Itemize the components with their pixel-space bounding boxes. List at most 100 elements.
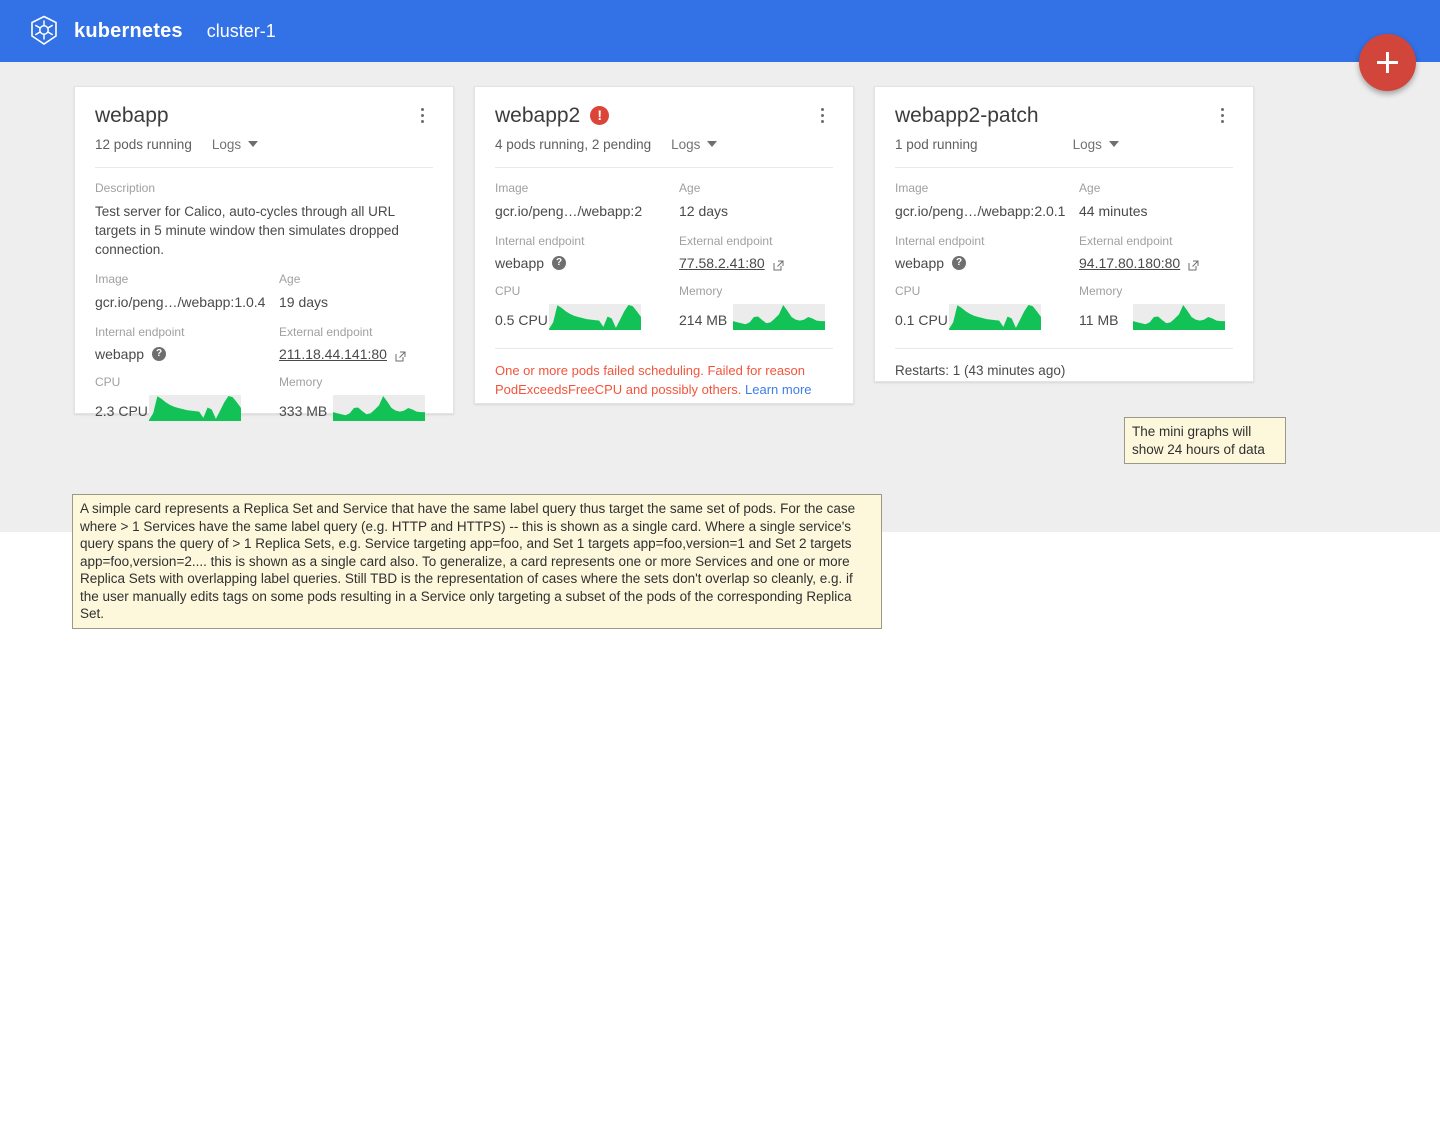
memory-label: Memory	[1079, 284, 1123, 298]
card-subheader: 12 pods running Logs	[95, 127, 433, 161]
service-card[interactable]: webapp2 ! 4 pods running, 2 pending Logs…	[474, 86, 854, 404]
cpu-value: 2.3 CPU	[95, 403, 148, 419]
card-subheader: 1 pod running Logs	[895, 127, 1233, 161]
image-value: gcr.io/peng…/webapp:1.0.4	[95, 294, 266, 310]
image-value: gcr.io/peng…/webapp:2	[495, 203, 643, 219]
external-endpoint-link[interactable]: 211.18.44.141:80	[279, 346, 387, 362]
help-icon[interactable]: ?	[952, 256, 967, 270]
annotation-card-description: A simple card represents a Replica Set a…	[72, 494, 882, 629]
card-header: webapp2-patch	[895, 87, 1233, 127]
image-label: Image	[895, 181, 929, 195]
error-glyph: !	[597, 106, 603, 123]
logs-label: Logs	[211, 136, 242, 152]
endpoints-row: Internal endpoint webapp ? External endp…	[495, 221, 833, 271]
cpu-value: 0.1 CPU	[895, 312, 948, 328]
card-header: webapp2 !	[495, 87, 833, 127]
logs-label: Logs	[1072, 136, 1102, 152]
endpoints-row: Internal endpoint webapp ? External endp…	[895, 221, 1233, 271]
internal-endpoint-value: webapp	[495, 255, 545, 271]
endpoints-row: Internal endpoint webapp ? External endp…	[95, 312, 433, 362]
chevron-down-icon	[1108, 141, 1119, 147]
memory-label: Memory	[279, 375, 323, 389]
external-link-icon[interactable]	[773, 258, 784, 270]
add-button[interactable]	[1359, 34, 1416, 91]
external-link-icon[interactable]	[395, 349, 406, 361]
description-value: Test server for Calico, auto-cycles thro…	[95, 204, 399, 257]
external-link-icon[interactable]	[1188, 258, 1199, 270]
page-title: webapp2	[495, 103, 581, 127]
age-value: 44 minutes	[1079, 203, 1148, 219]
age-label: Age	[679, 181, 701, 195]
pod-status-label: 12 pods running	[95, 136, 192, 152]
internal-endpoint-label: Internal endpoint	[95, 325, 185, 339]
cpu-sparkline	[549, 304, 641, 330]
image-age-row: Image gcr.io/peng…/webapp:2 Age 12 days	[495, 168, 833, 221]
age-label: Age	[1079, 181, 1101, 195]
page-title: webapp2-patch	[895, 103, 1039, 127]
memory-value: 214 MB	[679, 312, 728, 328]
card-subheader: 4 pods running, 2 pending Logs	[495, 127, 833, 161]
error-icon: !	[590, 106, 610, 125]
card-overflow-menu-icon[interactable]	[411, 105, 433, 127]
image-age-row: Image gcr.io/peng…/webapp:2.0.1 Age 44 m…	[895, 168, 1233, 221]
cpu-sparkline	[949, 304, 1041, 330]
help-icon[interactable]: ?	[552, 256, 567, 270]
memory-sparkline	[733, 304, 826, 330]
cpu-label: CPU	[495, 284, 521, 298]
cluster-name-label: cluster-1	[206, 20, 276, 41]
error-line-2: PodExceedsFreeCPU and possibly others.	[495, 382, 742, 397]
description-label: Description	[95, 181, 156, 195]
logs-dropdown[interactable]: Logs	[671, 136, 718, 152]
error-message: One or more pods failed scheduling. Fail…	[495, 349, 833, 399]
metrics-row: CPU 0.1 CPU Memory 11 MB	[895, 271, 1233, 330]
page-title: webapp	[95, 103, 169, 127]
cpu-label: CPU	[95, 375, 121, 389]
external-endpoint-label: External endpoint	[679, 234, 773, 248]
age-value: 19 days	[279, 294, 329, 310]
memory-value: 333 MB	[279, 403, 328, 419]
app-bar: kubernetes cluster-1	[0, 0, 1440, 62]
internal-endpoint-value: webapp	[95, 346, 145, 362]
memory-sparkline	[333, 395, 426, 421]
kubernetes-logo-icon	[26, 13, 62, 49]
chevron-down-icon	[707, 141, 718, 147]
service-card[interactable]: webapp2-patch 1 pod running Logs Image g…	[874, 86, 1254, 382]
age-label: Age	[279, 272, 301, 286]
pod-status-label: 1 pod running	[895, 136, 978, 152]
cpu-sparkline	[149, 395, 241, 421]
help-icon[interactable]: ?	[152, 347, 167, 361]
card-overflow-menu-icon[interactable]	[811, 105, 833, 127]
service-card[interactable]: webapp 12 pods running Logs Description …	[74, 86, 454, 421]
image-label: Image	[495, 181, 529, 195]
card-overflow-menu-icon[interactable]	[1211, 105, 1233, 127]
cpu-value: 0.5 CPU	[495, 312, 548, 328]
annotation-mini-graphs: The mini graphs will show 24 hours of da…	[1124, 417, 1286, 464]
memory-value: 11 MB	[1079, 312, 1119, 328]
image-label: Image	[95, 272, 129, 286]
internal-endpoint-value: webapp	[895, 255, 945, 271]
external-endpoint-label: External endpoint	[1079, 234, 1173, 248]
card-header: webapp	[95, 87, 433, 127]
internal-endpoint-label: Internal endpoint	[495, 234, 585, 248]
external-endpoint-label: External endpoint	[279, 325, 373, 339]
error-line-1: One or more pods failed scheduling. Fail…	[495, 363, 806, 378]
image-value: gcr.io/peng…/webapp:2.0.1	[895, 203, 1066, 219]
image-age-row: Image gcr.io/peng…/webapp:1.0.4 Age 19 d…	[95, 259, 433, 312]
chevron-down-icon	[248, 141, 259, 147]
logs-dropdown[interactable]: Logs	[211, 136, 259, 152]
logs-label: Logs	[671, 136, 701, 152]
external-endpoint-link[interactable]: 77.58.2.41:80	[679, 255, 765, 271]
logs-dropdown[interactable]: Logs	[1073, 137, 1119, 152]
external-endpoint-link[interactable]: 94.17.80.180:80	[1079, 255, 1180, 271]
app-brand-label: kubernetes	[74, 19, 183, 42]
cpu-label: CPU	[895, 284, 921, 298]
internal-endpoint-label: Internal endpoint	[895, 234, 985, 248]
pod-status-label: 4 pods running, 2 pending	[495, 136, 652, 152]
memory-sparkline	[1133, 304, 1226, 330]
metrics-row: CPU 2.3 CPU Memory 333 MB	[95, 362, 433, 421]
age-value: 12 days	[679, 203, 729, 219]
memory-label: Memory	[679, 284, 723, 298]
plus-icon	[1377, 52, 1398, 73]
restarts-label: Restarts: 1 (43 minutes ago)	[895, 363, 1066, 378]
learn-more-link[interactable]: Learn more	[745, 382, 811, 397]
